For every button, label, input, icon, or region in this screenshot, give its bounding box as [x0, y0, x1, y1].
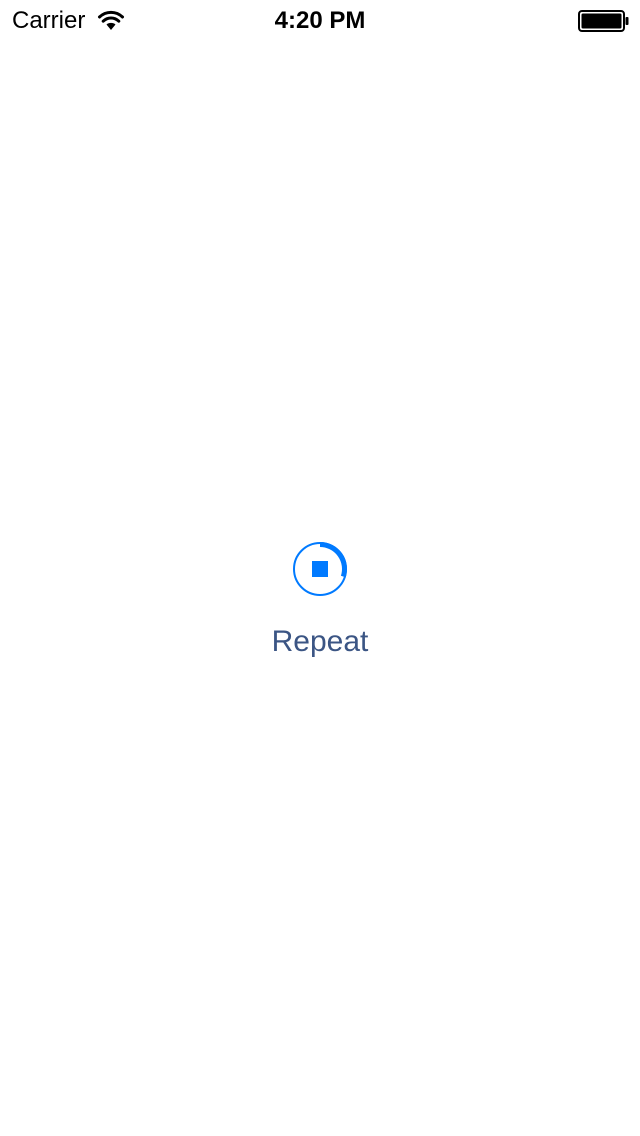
screen: Carrier 4:20 PM Repeat [0, 0, 640, 1136]
repeat-button[interactable]: Repeat [0, 624, 640, 660]
stop-icon [312, 561, 328, 577]
stop-progress-button[interactable] [292, 541, 348, 597]
status-time: 4:20 PM [274, 7, 366, 34]
battery-full-icon [578, 10, 629, 32]
status-bar: Carrier 4:20 PM [0, 0, 640, 40]
